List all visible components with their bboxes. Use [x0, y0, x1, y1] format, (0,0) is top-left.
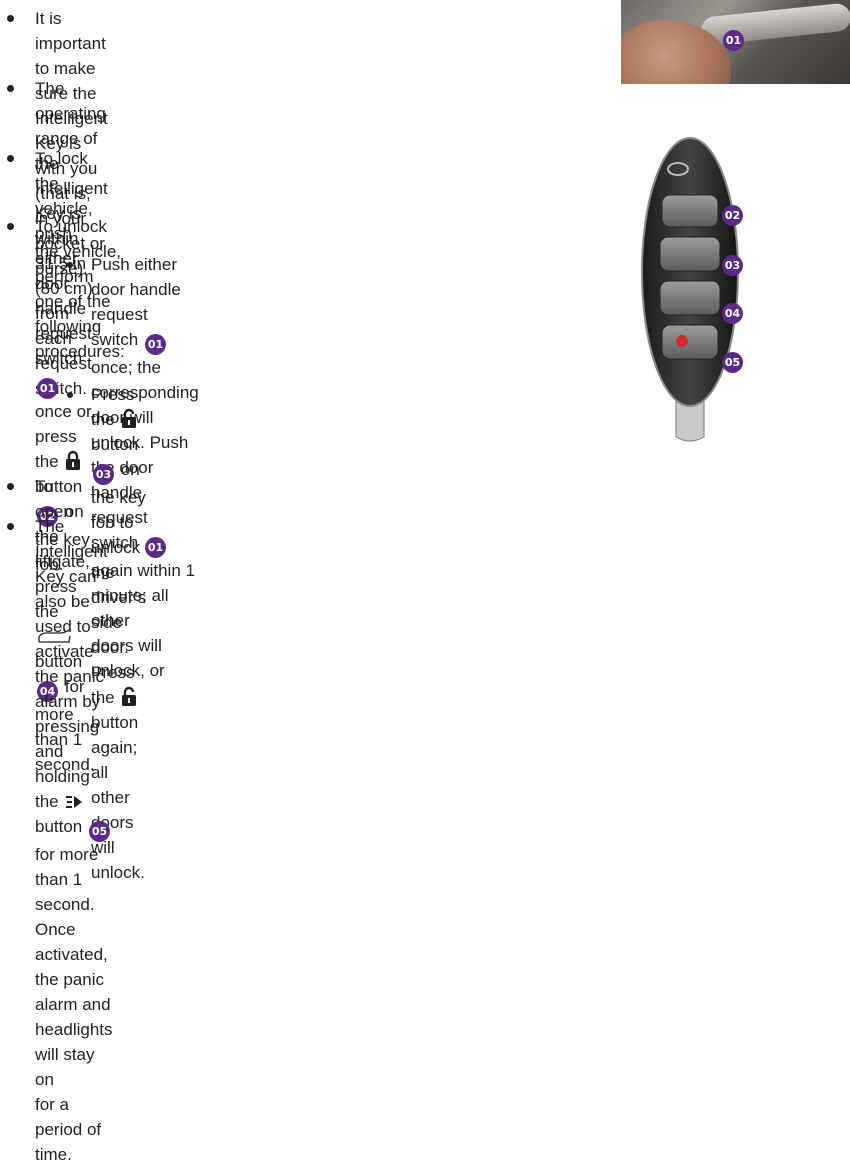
- badge-03: 03: [93, 464, 114, 485]
- key-fob-graphic: [641, 137, 739, 442]
- unlock-icon: [121, 408, 137, 428]
- badge-03: 03: [722, 255, 743, 276]
- badge-04: 04: [722, 303, 743, 324]
- badge-05: 05: [89, 821, 110, 842]
- bullet: [7, 85, 14, 92]
- badge-01: 01: [37, 378, 58, 399]
- badge-02: 02: [722, 205, 743, 226]
- page: 01 02 03 04 05 It is important to make s…: [0, 0, 850, 1164]
- lock-icon: [65, 450, 81, 470]
- bullet: [7, 483, 14, 490]
- badge-05: 05: [722, 352, 743, 373]
- bullet: [7, 15, 14, 22]
- badge-01: 01: [723, 30, 744, 51]
- badge-01: 01: [144, 537, 166, 558]
- unlock-icon: [121, 686, 137, 706]
- bullet: [7, 155, 14, 162]
- bullet: [67, 392, 73, 398]
- key-fob-illustration: 02 03 04 05: [636, 137, 744, 442]
- bullet: [7, 523, 14, 530]
- bullet: [7, 223, 14, 230]
- item-text: The Intelligent Key can also be used to …: [35, 517, 113, 1164]
- door-handle-photo: 01: [621, 0, 850, 84]
- bullet: [67, 262, 73, 268]
- badge-01: 01: [144, 334, 166, 355]
- panic-icon: [65, 794, 83, 810]
